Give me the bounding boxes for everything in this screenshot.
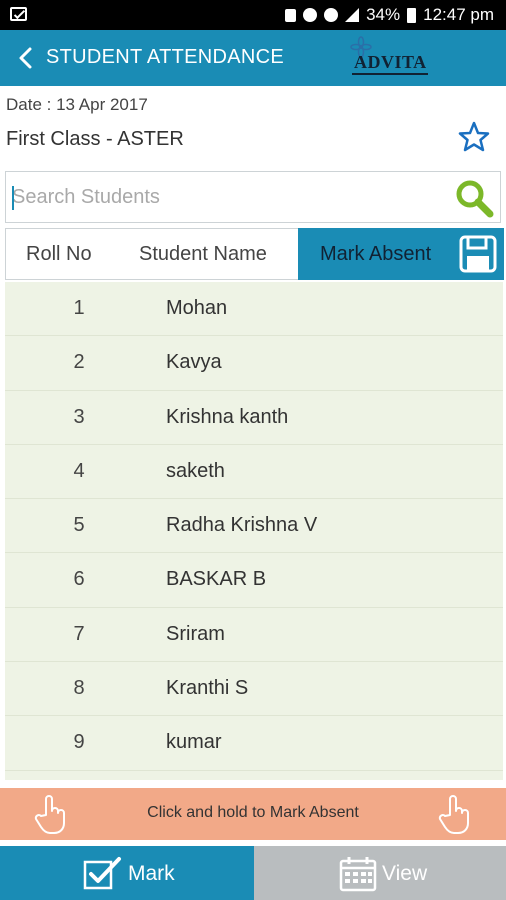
search-input[interactable] [12, 173, 452, 221]
status-bar-right: 34% 12:47 pm [285, 5, 494, 25]
search-bar [5, 171, 501, 223]
star-outline-icon [458, 121, 490, 152]
table-row[interactable]: 7 Sriram [5, 608, 503, 663]
hand-pointer-icon [438, 795, 469, 834]
battery-icon [407, 7, 417, 23]
table-row[interactable]: 5 Radha Krishna V [5, 499, 503, 554]
hint-text: Click and hold to Mark Absent [147, 804, 359, 821]
lock-icon [285, 8, 297, 22]
bottom-navigation: Mark View [0, 846, 506, 900]
table-row[interactable]: 3 Krishna kanth [5, 391, 503, 445]
status-bar: 34% 12:47 pm [0, 0, 506, 30]
attendance-date: Date : 13 Apr 2017 [6, 95, 148, 114]
roll-number: 5 [73, 514, 85, 537]
search-button[interactable] [454, 178, 494, 218]
clock: 12:47 pm [423, 5, 494, 24]
tab-view-label: View [382, 862, 428, 885]
sync-icon [303, 8, 318, 22]
mark-absent-label: Mark Absent [320, 243, 432, 265]
roll-number: 7 [73, 622, 85, 645]
mark-absent-save-button[interactable]: Mark Absent [298, 228, 504, 280]
table-row[interactable]: 6 BASKAR B [5, 553, 503, 608]
tab-mark[interactable]: Mark [0, 846, 254, 900]
roll-number: 2 [73, 351, 85, 374]
alarm-icon [324, 8, 339, 22]
back-button[interactable] [16, 46, 38, 70]
student-name: kumar [166, 731, 222, 754]
logo-text: ADVITA [354, 52, 427, 72]
checkbox-check-icon [83, 857, 121, 890]
battery-percent: 34% [366, 5, 401, 24]
class-name: First Class - ASTER [6, 128, 184, 150]
hint-bar: Click and hold to Mark Absent [0, 788, 506, 840]
roll-number: 4 [73, 459, 85, 482]
table-row[interactable]: 1 Mohan [5, 282, 503, 337]
table-row[interactable]: 9 kumar [5, 716, 503, 771]
favorite-button[interactable] [457, 120, 491, 154]
table-row[interactable]: 4 saketh [5, 445, 503, 500]
roll-number: 1 [73, 297, 85, 319]
search-icon [456, 180, 494, 218]
table-header: Roll No Student Name Mark Absent [5, 228, 504, 280]
student-name: Radha Krishna V [166, 514, 318, 537]
student-name: Kranthi S [166, 677, 249, 700]
roll-number: 8 [73, 677, 85, 700]
student-name: Mohan [166, 297, 228, 319]
student-name: Sriram [166, 622, 225, 645]
page-title: STUDENT ATTENDANCE [46, 46, 285, 68]
student-name: Krishna kanth [166, 405, 289, 428]
signal-icon [345, 8, 360, 22]
table-row[interactable]: 2 Kavya [5, 336, 503, 391]
student-name: Kavya [166, 351, 222, 374]
student-name: saketh [166, 459, 225, 482]
roll-number: 6 [73, 568, 85, 591]
tab-view[interactable]: View [254, 846, 506, 900]
student-name: BASKAR B [166, 568, 267, 591]
column-header-roll-no: Roll No [26, 243, 92, 265]
roll-number: 3 [73, 405, 85, 428]
logo-underline [352, 73, 428, 75]
roll-number: 9 [73, 731, 85, 754]
tab-mark-label: Mark [128, 862, 175, 885]
calendar-icon [339, 857, 377, 892]
student-list: 1 Mohan 2 Kavya 3 Krishna kanth 4 saketh 5 Radha … [5, 282, 503, 780]
column-header-student-name: Student Name [139, 243, 267, 265]
app-bar: STUDENT ATTENDANCE ADVITA [0, 30, 506, 86]
notification-icon [10, 7, 27, 21]
text-cursor [12, 186, 14, 210]
save-icon [459, 235, 497, 273]
chevron-left-icon [19, 47, 32, 69]
school-logo: ADVITA [348, 36, 432, 80]
table-row[interactable]: 8 Kranthi S [5, 662, 503, 717]
